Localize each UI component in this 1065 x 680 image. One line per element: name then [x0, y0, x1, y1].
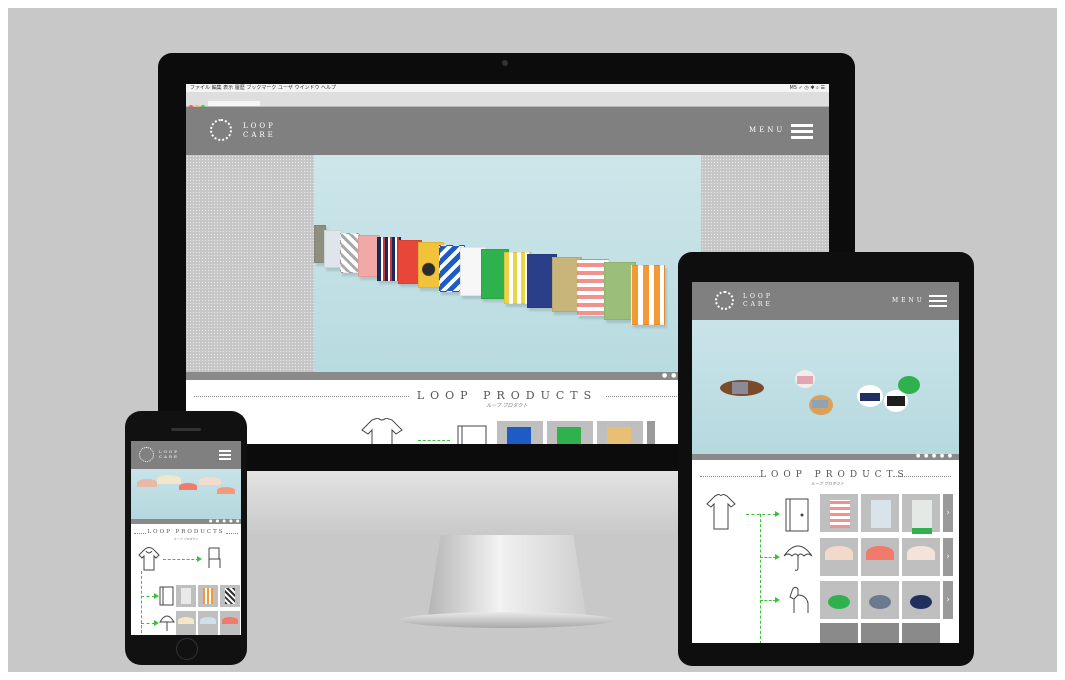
iphone-home-button[interactable]	[176, 638, 198, 660]
ipad-products-subheading: ループ プロダクト	[810, 481, 845, 486]
iphone-slider-dots[interactable]: ● ● ● ● ●	[209, 518, 241, 523]
hero-side-pattern-left	[186, 155, 314, 372]
ipad-green-connector-1	[746, 514, 776, 515]
ipad-menu-label[interactable]: MENU	[892, 297, 925, 304]
ipad-hamburger-icon[interactable]	[929, 295, 947, 310]
iphone-thumb-2[interactable]	[198, 585, 218, 607]
shirt-outline-icon	[358, 418, 406, 444]
ipad-site-header: LOOP CARE MENU	[692, 282, 959, 320]
ipad-slider-dots[interactable]: ● ● ● ● ●	[916, 453, 953, 459]
ipad-hero-dogs[interactable]	[692, 320, 959, 454]
iphone-thumb-6[interactable]	[220, 611, 240, 635]
browser-tab[interactable]	[208, 101, 260, 106]
ipad-thumb-notebook-2[interactable]	[861, 494, 899, 532]
logo-icon[interactable]	[210, 119, 232, 141]
heading-rule-left	[194, 396, 409, 397]
ipad-screen: LOOP CARE MENU ● ● ● ● ● LOOP PRODUCTS ル…	[692, 282, 959, 643]
ipad-thumb-row4-2[interactable]	[861, 623, 899, 643]
iphone-logo-icon[interactable]	[139, 447, 154, 462]
mac-menu-items[interactable]: ファイル 編集 表示 履歴 ブックマーク ユーザ ウインドウ ヘルプ	[190, 85, 336, 91]
ipad-thumb-row4-1[interactable]	[820, 623, 858, 643]
browser-toolbar	[186, 92, 829, 115]
site-header: LOOP CARE MENU	[186, 107, 829, 155]
ipad-thumb-umbrella-3[interactable]	[902, 538, 940, 576]
ipad-next-arrow-3[interactable]: ›	[943, 581, 953, 619]
hamburger-icon[interactable]	[791, 124, 813, 142]
mac-menubar: ファイル 編集 表示 履歴 ブックマーク ユーザ ウインドウ ヘルプ M5 ✓ …	[186, 84, 829, 92]
iphone-binder-outline-icon	[159, 586, 175, 606]
iphone-hero-umbrellas[interactable]	[131, 469, 241, 519]
iphone-thumb-4[interactable]	[176, 611, 196, 635]
ipad-heading-rule-left	[700, 476, 762, 477]
iphone-thumb-3[interactable]	[220, 585, 240, 607]
ipad-green-vertical	[760, 514, 761, 643]
green-connector	[418, 440, 450, 441]
iphone-site-header: LOOP CARE	[131, 441, 241, 469]
iphone-screen: LOOP CARE ● ● ● ● ● LOOP PRODUCTS ループ プロ…	[131, 441, 241, 635]
ipad-logo-line-care: CARE	[743, 300, 773, 308]
ipad-logo-icon[interactable]	[715, 291, 734, 310]
ipad-thumb-dog-3[interactable]	[902, 581, 940, 619]
iphone-arrowhead-1	[197, 556, 202, 562]
iphone-thumb-1[interactable]	[176, 585, 196, 607]
ipad-thumb-notebook-1[interactable]	[820, 494, 858, 532]
ipad-logo-text[interactable]: LOOP CARE	[743, 293, 773, 309]
ipad-products-heading: LOOP PRODUCTS	[760, 470, 909, 480]
ipad-dog-outline-icon	[784, 585, 812, 615]
iphone-speaker	[171, 428, 201, 431]
iphone-products-subheading: ループ プロダクト	[173, 537, 199, 541]
iphone-thumb-5[interactable]	[198, 611, 218, 635]
logo-line-care: CARE	[243, 131, 276, 140]
iphone-products-heading: LOOP PRODUCTS	[147, 529, 225, 535]
mac-status-icons[interactable]: M5 ✓ ◷ ✱ ⌕ ☰	[790, 84, 825, 92]
imac-foot	[400, 612, 614, 628]
ipad-thumb-notebook-3[interactable]	[902, 494, 940, 534]
iphone-hoodie-outline-icon	[137, 547, 161, 571]
ipad-logo-line-loop: LOOP	[743, 293, 773, 300]
ipad-next-arrow-2[interactable]: ›	[943, 538, 953, 576]
ipad-slider-bar: ● ● ● ● ●	[692, 453, 959, 460]
iphone-umbrella-outline-icon	[159, 613, 175, 633]
iphone-chair-outline-icon	[205, 547, 223, 569]
products-subheading: ループ プロダクト	[486, 403, 528, 409]
iphone-logo-line-care: CARE	[159, 454, 179, 460]
ipad-arrowhead-3	[775, 597, 780, 603]
ipad-thumb-dog-1[interactable]	[820, 581, 858, 619]
ipad-thumb-row4-3[interactable]	[902, 623, 940, 643]
products-heading: LOOP PRODUCTS	[416, 389, 598, 402]
ipad-arrowhead-2	[775, 554, 780, 560]
product-thumb-1[interactable]	[497, 421, 543, 444]
next-arrow-button[interactable]	[647, 421, 655, 444]
ipad-thumb-dog-2[interactable]	[861, 581, 899, 619]
ipad-shirt-outline-icon	[706, 494, 736, 530]
iphone-hamburger-icon[interactable]	[219, 450, 231, 463]
iphone-logo-text[interactable]: LOOP CARE	[159, 449, 179, 459]
menu-label[interactable]: MENU	[749, 126, 785, 134]
ipad-green-connector-2	[760, 557, 776, 558]
product-thumb-2[interactable]	[547, 421, 593, 444]
ipad-umbrella-outline-icon	[782, 542, 814, 572]
ipad-green-connector-3	[760, 600, 776, 601]
logo-line-loop: LOOP	[243, 122, 276, 130]
hero-image-notebooks[interactable]	[314, 155, 701, 372]
site-logo-text[interactable]: LOOP CARE	[243, 122, 276, 140]
iphone-green-connector-3	[141, 623, 155, 624]
iphone-green-connector-1	[163, 559, 199, 560]
product-thumb-3[interactable]	[597, 421, 643, 444]
ipad-arrowhead-1	[775, 511, 780, 517]
presentation-background: ファイル 編集 表示 履歴 ブックマーク ユーザ ウインドウ ヘルプ M5 ✓ …	[8, 8, 1057, 672]
binder-outline-icon	[454, 424, 490, 444]
ipad-thumb-umbrella-1[interactable]	[820, 538, 858, 576]
ipad-thumb-umbrella-2[interactable]	[861, 538, 899, 576]
iphone-green-connector-2	[141, 596, 155, 597]
ipad-next-arrow-1[interactable]: ›	[943, 494, 953, 532]
ipad-binder-outline-icon	[784, 497, 812, 533]
iphone-heading-rule-right	[226, 533, 238, 534]
iphone-slider-bar: ● ● ● ● ●	[131, 518, 241, 524]
camera-icon	[502, 60, 508, 66]
